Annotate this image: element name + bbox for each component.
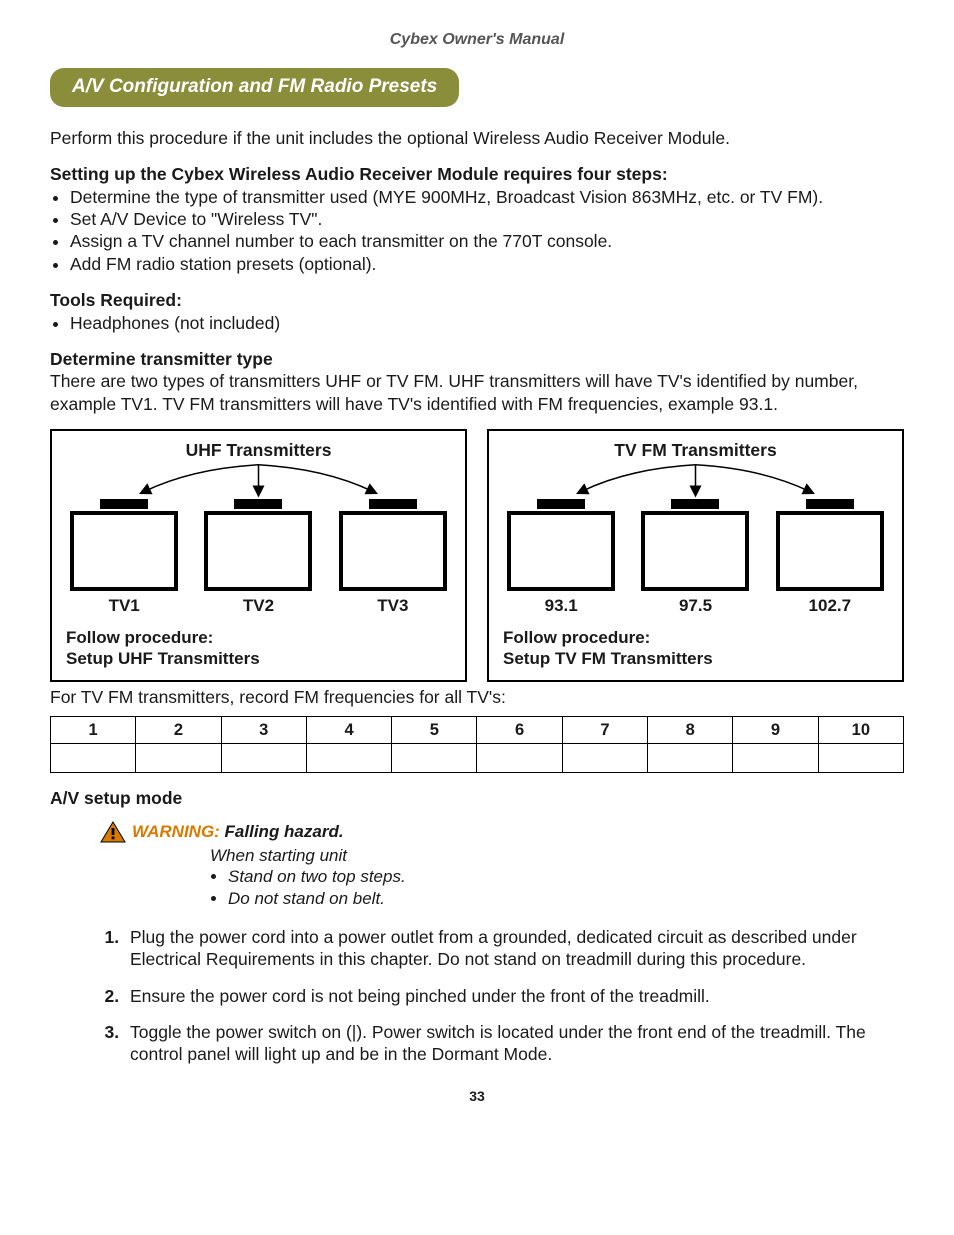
table-input-cell[interactable] xyxy=(51,744,136,773)
tvfm-diagram: TV FM Transmitters 93.1 97.5 102.7 Follo… xyxy=(487,429,904,682)
table-input-cell[interactable] xyxy=(392,744,477,773)
av-setup-heading: A/V setup mode xyxy=(50,787,904,809)
setup-steps-list: Determine the type of transmitter used (… xyxy=(54,186,904,276)
table-header-cell: 8 xyxy=(648,717,733,744)
numbered-steps: Plug the power cord into a power outlet … xyxy=(100,926,904,1066)
table-input-cell[interactable] xyxy=(136,744,221,773)
table-input-cell[interactable] xyxy=(818,744,903,773)
tools-heading: Tools Required: xyxy=(50,289,904,311)
determine-heading: Determine transmitter type xyxy=(50,348,904,370)
table-header-cell: 10 xyxy=(818,717,903,744)
warning-label: WARNING: xyxy=(132,822,220,841)
follow-line2: Setup UHF Transmitters xyxy=(66,648,451,669)
table-header-cell: 2 xyxy=(136,717,221,744)
frequency-table: 1 2 3 4 5 6 7 8 9 10 xyxy=(50,716,904,773)
tv-label: TV3 xyxy=(335,595,451,617)
follow-line2: Setup TV FM Transmitters xyxy=(503,648,888,669)
table-input-cell[interactable] xyxy=(562,744,647,773)
intro-paragraph: Perform this procedure if the unit inclu… xyxy=(50,127,904,149)
table-input-cell[interactable] xyxy=(733,744,818,773)
diagram-row: UHF Transmitters TV1 TV2 TV3 Follow proc… xyxy=(50,429,904,682)
list-item: Assign a TV channel number to each trans… xyxy=(70,230,904,252)
warning-body: When starting unit Stand on two top step… xyxy=(210,845,904,910)
tv-icon: 102.7 xyxy=(772,499,888,617)
table-header-cell: 1 xyxy=(51,717,136,744)
tv-icon: 97.5 xyxy=(637,499,753,617)
tvfm-title: TV FM Transmitters xyxy=(503,439,888,461)
follow-line1: Follow procedure: xyxy=(503,627,888,648)
list-item: Set A/V Device to "Wireless TV". xyxy=(70,208,904,230)
warning-triangle-icon xyxy=(100,821,126,843)
list-item: Headphones (not included) xyxy=(70,312,904,334)
follow-line1: Follow procedure: xyxy=(66,627,451,648)
table-header-cell: 3 xyxy=(221,717,306,744)
arrow-fan-icon xyxy=(503,461,888,499)
tv-icon: 93.1 xyxy=(503,499,619,617)
list-item: Add FM radio station presets (optional). xyxy=(70,253,904,275)
list-item: Do not stand on belt. xyxy=(228,888,904,910)
table-header-cell: 5 xyxy=(392,717,477,744)
tv-label: 97.5 xyxy=(637,595,753,617)
table-header-cell: 6 xyxy=(477,717,562,744)
warning-row: WARNING: Falling hazard. xyxy=(100,820,904,843)
page-number: 33 xyxy=(50,1088,904,1106)
determine-body: There are two types of transmitters UHF … xyxy=(50,370,904,415)
table-header-cell: 9 xyxy=(733,717,818,744)
arrow-fan-icon xyxy=(66,461,451,499)
setup-steps-heading: Setting up the Cybex Wireless Audio Rece… xyxy=(50,163,904,185)
list-item: Determine the type of transmitter used (… xyxy=(70,186,904,208)
step-item: Plug the power cord into a power outlet … xyxy=(124,926,904,971)
tv-label: 102.7 xyxy=(772,595,888,617)
warning-line: When starting unit xyxy=(210,845,904,867)
uhf-diagram: UHF Transmitters TV1 TV2 TV3 Follow proc… xyxy=(50,429,467,682)
running-header: Cybex Owner's Manual xyxy=(50,30,904,50)
table-input-cell[interactable] xyxy=(221,744,306,773)
table-input-cell[interactable] xyxy=(477,744,562,773)
tv-icon: TV3 xyxy=(335,499,451,617)
table-input-cell[interactable] xyxy=(648,744,733,773)
section-title: A/V Configuration and FM Radio Presets xyxy=(50,68,459,106)
list-item: Stand on two top steps. xyxy=(228,866,904,888)
tv-icon: TV1 xyxy=(66,499,182,617)
tv-label: TV1 xyxy=(66,595,182,617)
table-header-row: 1 2 3 4 5 6 7 8 9 10 xyxy=(51,717,904,744)
table-header-cell: 4 xyxy=(306,717,391,744)
tv-label: 93.1 xyxy=(503,595,619,617)
tv-icon: TV2 xyxy=(200,499,316,617)
table-input-cell[interactable] xyxy=(306,744,391,773)
step-item: Ensure the power cord is not being pinch… xyxy=(124,985,904,1007)
freq-note: For TV FM transmitters, record FM freque… xyxy=(50,686,904,708)
table-input-row xyxy=(51,744,904,773)
table-header-cell: 7 xyxy=(562,717,647,744)
tools-list: Headphones (not included) xyxy=(54,312,904,334)
tv-label: TV2 xyxy=(200,595,316,617)
warning-title: Falling hazard. xyxy=(220,822,344,841)
step-item: Toggle the power switch on (|). Power sw… xyxy=(124,1021,904,1066)
uhf-title: UHF Transmitters xyxy=(66,439,451,461)
